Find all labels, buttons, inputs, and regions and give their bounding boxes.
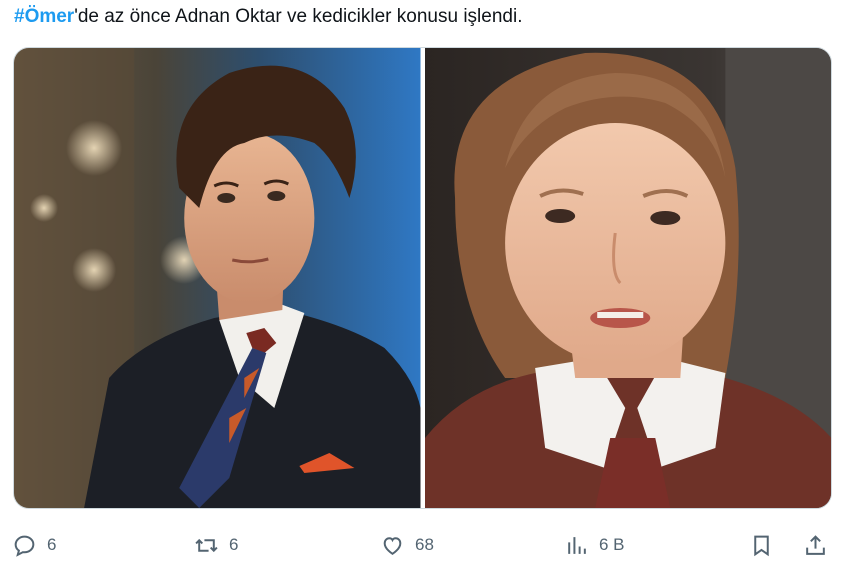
retweet-button[interactable]: 6 (194, 528, 238, 562)
hashtag-link[interactable]: #Ömer (14, 6, 74, 27)
photo-right[interactable] (424, 48, 831, 508)
photo-man-in-suit (14, 48, 421, 508)
reply-icon (14, 535, 35, 557)
tweet-text: #Ömer'de az önce Adnan Oktar ve kedicikl… (14, 6, 522, 28)
photo-girl-in-school-uniform (424, 48, 831, 508)
photo-left[interactable] (14, 48, 421, 508)
tweet-actions: 6 6 68 6 B (0, 528, 850, 562)
share-icon (806, 534, 825, 555)
reply-button[interactable]: 6 (12, 528, 56, 562)
tweet-body: 'de az önce Adnan Oktar ve kedicikler ko… (74, 6, 523, 27)
retweet-icon (195, 538, 218, 552)
views-count: 6 B (599, 535, 625, 554)
bookmark-button[interactable] (749, 528, 774, 562)
share-button[interactable] (803, 528, 828, 562)
views-icon (568, 536, 586, 554)
reply-count: 6 (47, 535, 57, 554)
like-button[interactable]: 68 (380, 528, 434, 562)
heart-icon (383, 536, 402, 555)
like-count: 68 (415, 535, 434, 554)
media-grid (13, 47, 832, 509)
bookmark-icon (754, 535, 769, 556)
views-button[interactable]: 6 B (564, 528, 625, 562)
retweet-count: 6 (229, 535, 239, 554)
